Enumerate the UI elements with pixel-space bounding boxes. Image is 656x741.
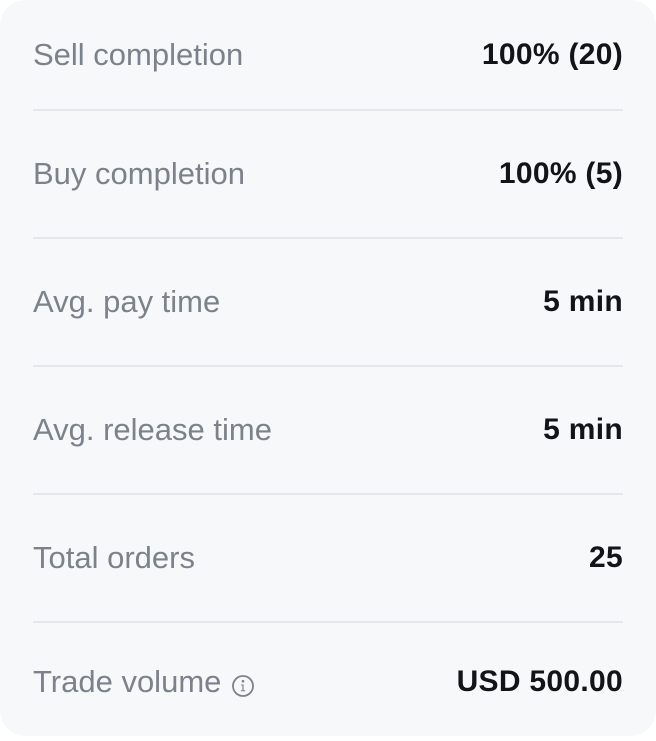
- trader-stats-card: Sell completion 100% (20) Buy completion…: [0, 0, 656, 736]
- stat-value: 100% (20): [481, 37, 623, 71]
- stat-label: Total orders: [33, 540, 195, 575]
- stat-label: Avg. release time: [33, 412, 272, 447]
- stat-label-container: Trade volume: [33, 664, 255, 700]
- stat-label: Avg. pay time: [33, 284, 221, 319]
- stat-value: 100% (5): [498, 157, 623, 190]
- stat-label: Sell completion: [33, 36, 244, 72]
- stat-label: Trade volume: [33, 664, 222, 699]
- stat-row-buy-completion: Buy completion 100% (5): [33, 111, 623, 239]
- stat-row-avg-release-time: Avg. release time 5 min: [33, 367, 623, 495]
- stat-value: USD 500.00: [456, 665, 623, 698]
- stat-row-sell-completion: Sell completion 100% (20): [33, 0, 623, 111]
- info-icon[interactable]: [231, 670, 255, 697]
- stat-value: 5 min: [543, 285, 623, 318]
- stat-row-total-orders: Total orders 25: [33, 495, 623, 623]
- stat-row-trade-volume: Trade volume USD 500.00: [33, 623, 623, 741]
- stat-label: Buy completion: [33, 156, 245, 191]
- stat-value: 5 min: [543, 413, 623, 446]
- stat-row-avg-pay-time: Avg. pay time 5 min: [33, 239, 623, 367]
- stat-value: 25: [589, 541, 623, 574]
